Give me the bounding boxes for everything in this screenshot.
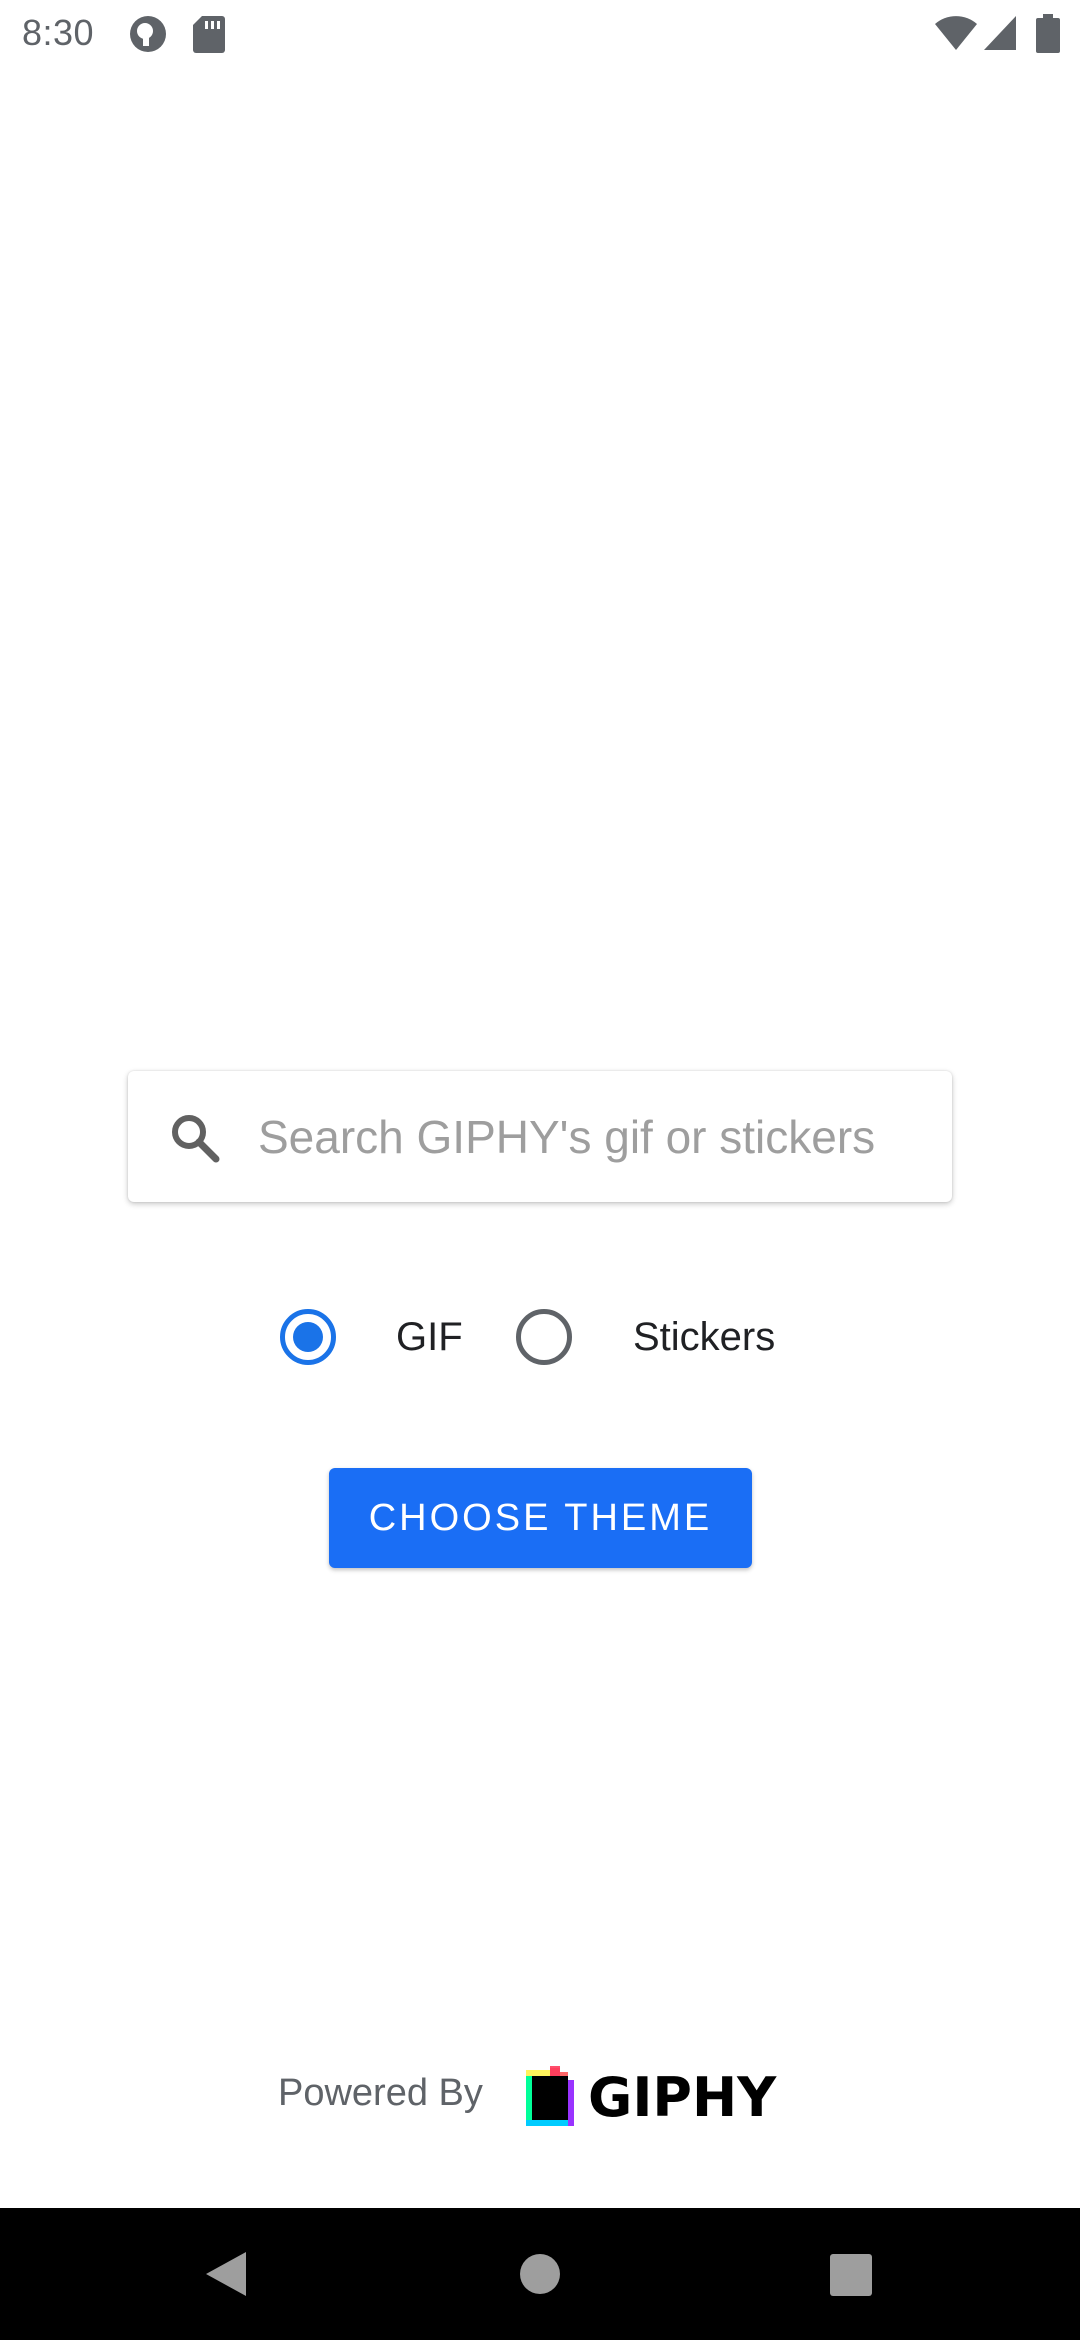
cell-signal-icon xyxy=(982,14,1018,57)
search-icon xyxy=(168,1111,222,1165)
sd-card-icon xyxy=(192,14,226,59)
gif-radio-button[interactable] xyxy=(280,1309,336,1365)
search-bar[interactable] xyxy=(128,1071,952,1202)
battery-icon xyxy=(1036,14,1060,59)
privacy-dot-icon xyxy=(128,14,168,59)
status-bar: 8:30 xyxy=(0,0,1080,66)
powered-by-label: Powered By xyxy=(278,2072,483,2114)
choose-theme-button[interactable]: CHOOSE THEME xyxy=(329,1468,752,1568)
gif-radio-label[interactable]: GIF xyxy=(396,1315,463,1360)
search-input[interactable] xyxy=(258,1071,938,1202)
screen: 8:30 Search GIPHY's gif or stickers GIF … xyxy=(0,0,1080,2340)
back-icon[interactable] xyxy=(196,2244,256,2304)
stickers-radio-label[interactable]: Stickers xyxy=(633,1315,775,1360)
recents-icon[interactable] xyxy=(820,2244,880,2304)
stickers-radio-button[interactable] xyxy=(516,1309,572,1365)
giphy-wordmark: GIPHY xyxy=(588,2066,777,2129)
giphy-mark-icon xyxy=(526,2066,574,2126)
navigation-bar xyxy=(0,2208,1080,2340)
radio-selected-dot xyxy=(293,1322,323,1352)
status-time: 8:30 xyxy=(22,12,95,53)
media-type-radio-group: GIF Stickers xyxy=(0,1305,1080,1369)
wifi-icon xyxy=(934,14,978,57)
giphy-logo: GIPHY xyxy=(526,2066,806,2129)
home-icon[interactable] xyxy=(510,2244,570,2304)
